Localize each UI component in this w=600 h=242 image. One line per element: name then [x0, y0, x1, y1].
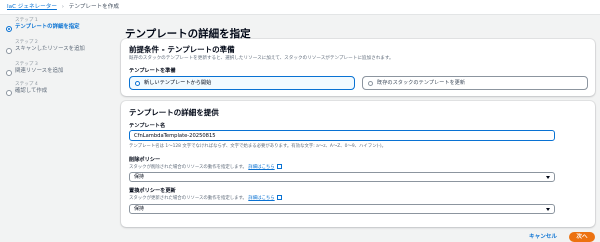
wizard-steps: ステップ 1 テンプレートの詳細を指定 ステップ 2 スキャンしたリソースを追加… [0, 14, 118, 242]
deletion-policy-learn-more-link[interactable]: 詳細はこちら [248, 165, 274, 170]
prerequisite-title: 前提条件 - テンプレートの準備 [129, 45, 235, 54]
chevron-down-icon [546, 176, 550, 179]
wizard-step-4: ステップ 4 確認して作成 [6, 82, 116, 96]
step-pending-icon [6, 70, 12, 76]
deletion-policy-help: スタックが削除された場合のリソースの動作を指定します。 詳細はこちら [129, 163, 283, 170]
chevron-right-icon: › [61, 4, 64, 10]
step-title: 関連リソースを追加 [15, 68, 64, 74]
breadcrumb-current: テンプレートを作成 [68, 4, 119, 10]
external-link-icon [276, 163, 283, 169]
deletion-policy-help-text: スタックが削除された場合のリソースの動作を指定します。 [129, 165, 247, 170]
step-title: テンプレートの詳細を指定 [15, 24, 80, 30]
step-title: 確認して作成 [15, 88, 48, 94]
radio-selected-icon[interactable] [135, 80, 140, 86]
external-link-icon [276, 194, 283, 200]
deletion-policy-label: 削除ポリシー [129, 157, 161, 163]
breadcrumb: IaC ジェネレーター › テンプレートを作成 [7, 0, 119, 14]
template-name-input[interactable] [129, 130, 555, 141]
step-title: スキャンしたリソースを追加 [15, 46, 85, 52]
template-name-label: テンプレート名 [129, 123, 166, 129]
update-replace-policy-value: 保持 [134, 206, 145, 212]
update-replace-policy-learn-more-link[interactable]: 詳細はこちら [248, 196, 274, 201]
step-current-icon [6, 26, 12, 32]
cancel-button[interactable]: キャンセル [529, 232, 557, 242]
step-pending-icon [6, 48, 12, 54]
update-replace-policy-select[interactable]: 保持 [129, 204, 555, 214]
update-replace-policy-help-text: スタックが更新された場合のリソースの動作を指定します。 [129, 196, 247, 201]
update-replace-policy-help: スタックが更新された場合のリソースの動作を指定します。 詳細はこちら [129, 194, 283, 201]
step-pending-icon [6, 90, 12, 96]
radio-unselected-icon[interactable] [368, 80, 373, 86]
prepare-template-label: テンプレートを準備 [129, 68, 176, 74]
template-name-help: テンプレート名は 1～128 文字でなければならず、文字で始まる必要があります。… [129, 144, 387, 149]
option-update-existing-stack[interactable]: 既存のスタックのテンプレートを更新 [362, 76, 588, 90]
deletion-policy-select[interactable]: 保持 [129, 172, 555, 182]
prerequisite-description: 既存のスタックのテンプレートを更新すると、選択したリソースに加えて、スタックのリ… [129, 56, 394, 61]
breadcrumb-link-iac-generator[interactable]: IaC ジェネレーター [7, 4, 57, 10]
next-button[interactable]: 次へ [569, 232, 595, 242]
option-label: 既存のスタックのテンプレートを更新 [377, 80, 466, 86]
option-new-template[interactable]: 新しいテンプレートから開始 [129, 76, 355, 90]
deletion-policy-value: 保持 [134, 174, 145, 180]
option-label: 新しいテンプレートから開始 [144, 80, 212, 86]
template-details-card: テンプレートの詳細を提供 テンプレート名 テンプレート名は 1～128 文字でな… [121, 101, 595, 227]
template-details-title: テンプレートの詳細を提供 [129, 108, 219, 117]
wizard-step-3: ステップ 3 関連リソースを追加 [6, 62, 116, 76]
wizard-step-1[interactable]: ステップ 1 テンプレートの詳細を指定 [6, 18, 116, 32]
prerequisite-card: 前提条件 - テンプレートの準備 既存のスタックのテンプレートを更新すると、選択… [121, 39, 595, 96]
wizard-step-2: ステップ 2 スキャンしたリソースを追加 [6, 40, 116, 54]
update-replace-policy-label: 置換ポリシーを更新 [129, 188, 176, 194]
chevron-down-icon [546, 208, 550, 211]
top-bar: IaC ジェネレーター › テンプレートを作成 [0, 0, 600, 15]
